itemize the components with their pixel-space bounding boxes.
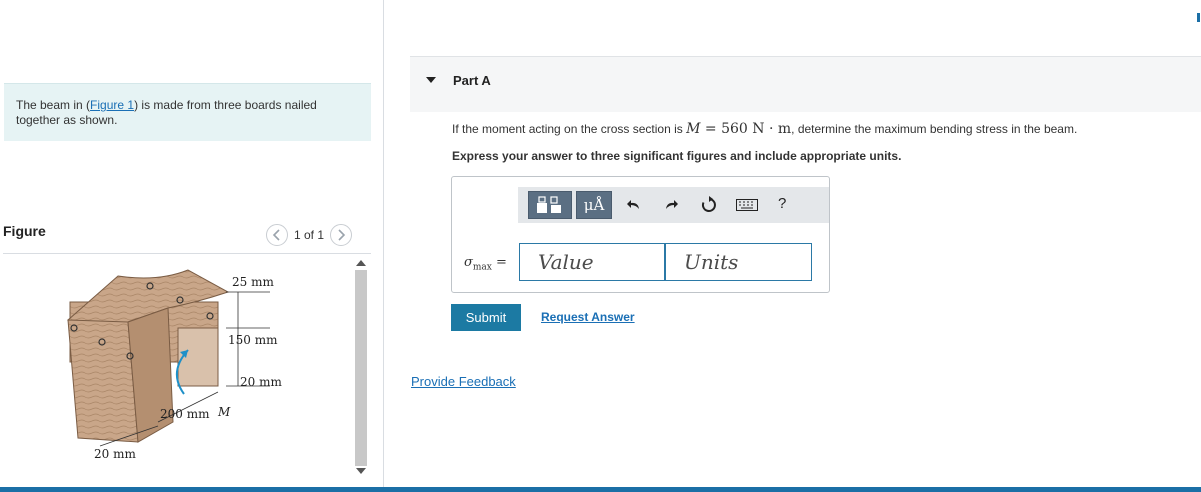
templates-button[interactable]	[528, 191, 572, 219]
part-label: Part A	[453, 73, 491, 88]
chevron-right-icon	[338, 229, 346, 241]
scroll-up-icon[interactable]	[356, 260, 366, 266]
pane-divider	[383, 0, 384, 488]
chevron-left-icon	[272, 229, 280, 241]
keyboard-icon[interactable]	[736, 199, 758, 211]
lhs-symbol: σ	[464, 255, 473, 270]
answer-lhs: σmax =	[464, 255, 507, 273]
request-answer-link[interactable]: Request Answer	[541, 310, 635, 324]
prev-figure-button[interactable]	[266, 224, 288, 246]
question-math-var: M	[686, 121, 701, 137]
scroll-down-icon[interactable]	[356, 468, 366, 474]
equation-toolbar: μÅ ?	[518, 187, 829, 223]
templates-icon	[537, 196, 561, 213]
beam-diagram: 25 mm 150 mm 20 mm 200 mm M 20 mm	[67, 269, 282, 461]
question-after: , determine the maximum bending stress i…	[791, 122, 1078, 136]
moment-label: M	[217, 405, 231, 419]
dim-label-bottom: 20 mm	[240, 375, 282, 389]
question-before: If the moment acting on the cross sectio…	[452, 122, 687, 136]
intro-text-before: The beam in (	[16, 98, 91, 112]
cross-section	[177, 327, 219, 387]
left-pane: The beam in (Figure 1) is made from thre…	[0, 0, 384, 488]
figure-scrollbar[interactable]	[353, 256, 369, 478]
reset-icon[interactable]	[700, 196, 718, 214]
question-text: If the moment acting on the cross sectio…	[452, 121, 1077, 137]
lhs-equals: =	[491, 255, 507, 270]
left-board	[67, 319, 139, 443]
figure-title: Figure	[3, 223, 46, 239]
question-math: M = 560 N · m	[686, 121, 791, 137]
answer-box: μÅ ? σmax =	[451, 176, 830, 293]
scroll-thumb[interactable]	[355, 270, 367, 466]
beam-figure: 25 mm 150 mm 20 mm 200 mm M 20 mm	[8, 262, 348, 472]
dim-label-top: 25 mm	[232, 275, 274, 289]
edge-marker	[1197, 13, 1200, 22]
question-math-rest: = 560 N · m	[700, 121, 792, 137]
dim-label-width: 200 mm	[160, 407, 210, 421]
figure-divider	[3, 253, 371, 254]
figure-pager: 1 of 1	[266, 224, 353, 246]
undo-icon[interactable]	[626, 197, 642, 213]
value-input[interactable]	[519, 243, 665, 281]
pager-text: 1 of 1	[294, 228, 325, 242]
provide-feedback-link[interactable]: Provide Feedback	[411, 374, 516, 389]
part-a-header[interactable]: Part A	[410, 56, 1201, 112]
submit-button[interactable]: Submit	[451, 304, 521, 331]
dim-label-web: 150 mm	[228, 333, 278, 347]
units-button[interactable]: μÅ	[576, 191, 612, 219]
bottom-bar	[0, 487, 1201, 492]
collapse-caret-icon[interactable]	[426, 77, 436, 83]
units-input[interactable]	[665, 243, 812, 281]
figure-link[interactable]: Figure 1	[90, 98, 134, 112]
problem-intro: The beam in (Figure 1) is made from thre…	[4, 83, 371, 141]
dim-label-web-thickness: 20 mm	[94, 447, 136, 461]
next-figure-button[interactable]	[330, 224, 353, 246]
instruction-text: Express your answer to three significant…	[452, 149, 902, 163]
lhs-subscript: max	[472, 262, 492, 273]
help-button[interactable]: ?	[778, 195, 786, 212]
redo-icon[interactable]	[663, 197, 679, 213]
